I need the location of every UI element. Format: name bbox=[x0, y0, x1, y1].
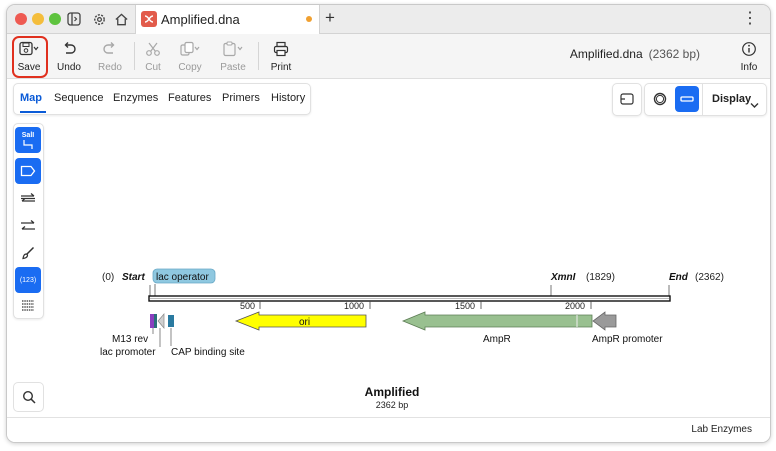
app-window: Amplified.dna + ⋮ Save Undo Redo Cut Cop… bbox=[6, 4, 771, 443]
ampr-label: AmpR bbox=[483, 334, 511, 345]
map-title: Amplified bbox=[365, 385, 420, 399]
enzyme-set-selector[interactable]: Lab Enzymes bbox=[691, 424, 752, 435]
tick-label-500: 500 bbox=[240, 301, 255, 311]
map-subtitle: 2362 bp bbox=[376, 400, 409, 410]
tick-label-1500: 1500 bbox=[455, 301, 475, 311]
lac-promoter-feature[interactable] bbox=[154, 314, 157, 328]
origin-label: (0) bbox=[102, 272, 114, 283]
status-bar: Lab Enzymes bbox=[7, 417, 770, 442]
ori-label: ori bbox=[299, 317, 310, 328]
start-label: Start bbox=[122, 272, 145, 283]
ampr-promoter-label: AmpR promoter bbox=[592, 334, 663, 345]
linear-map: (0) Start lac operator XmnI (1829) End (… bbox=[100, 268, 724, 410]
end-label: End bbox=[669, 272, 689, 283]
m13-rev-label: M13 rev bbox=[112, 334, 148, 345]
end-position: (2362) bbox=[695, 272, 724, 283]
xmni-site-position: (1829) bbox=[586, 272, 615, 283]
tick-label-1000: 1000 bbox=[344, 301, 364, 311]
ampr-promoter-feature[interactable] bbox=[592, 311, 617, 331]
cap-binding-site-label: CAP binding site bbox=[171, 347, 245, 358]
cap-binding-feature[interactable] bbox=[168, 315, 174, 327]
lac-promoter-label: lac promoter bbox=[100, 347, 156, 358]
m13-rev-feature[interactable] bbox=[150, 314, 154, 328]
xmni-site-label[interactable]: XmnI bbox=[550, 272, 576, 283]
lac-operator-label[interactable]: lac operator bbox=[156, 272, 209, 283]
tick-label-2000: 2000 bbox=[565, 301, 585, 311]
ampr-feature[interactable] bbox=[401, 311, 593, 331]
lac-operator-feature[interactable] bbox=[157, 313, 165, 329]
